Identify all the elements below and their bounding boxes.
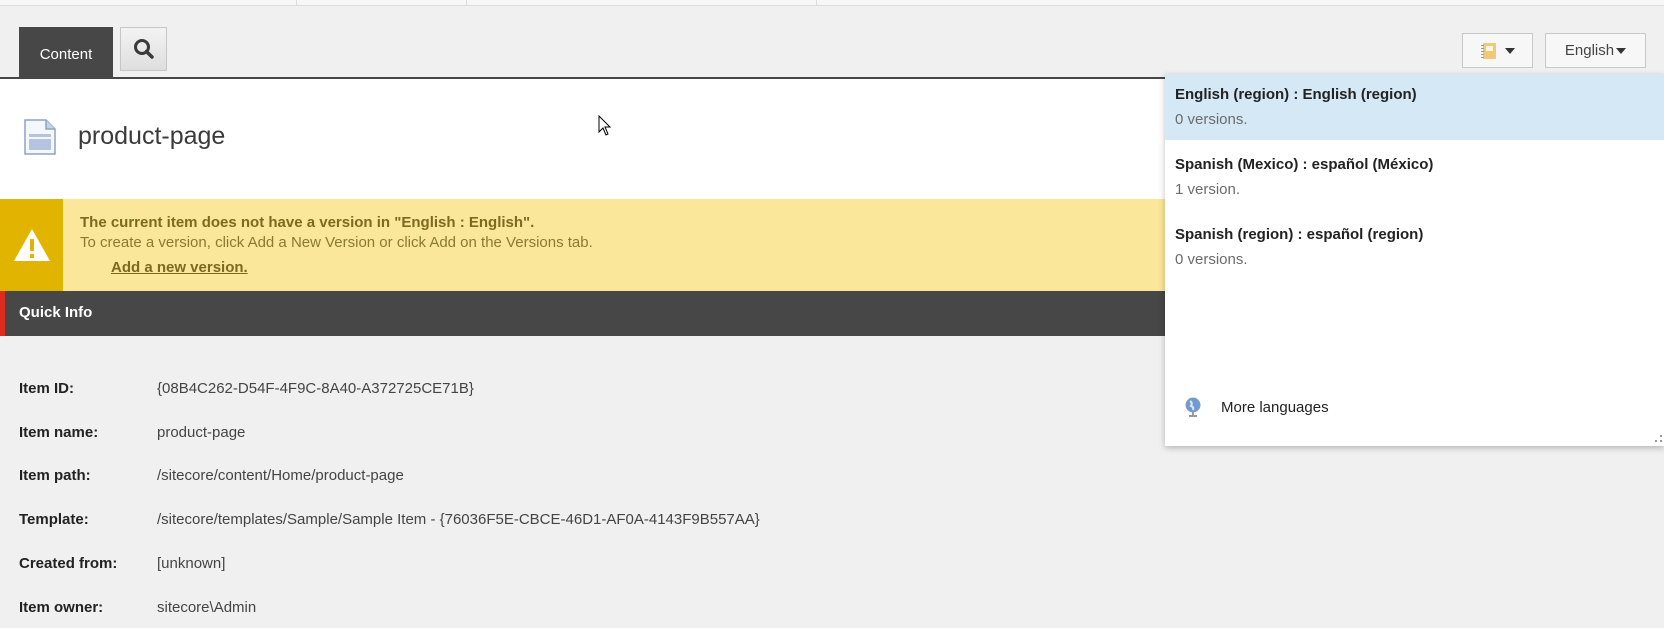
info-value: /sitecore/content/Home/product-page [157, 467, 404, 484]
language-option-versions: 0 versions. [1175, 111, 1248, 128]
language-button[interactable]: English [1545, 33, 1646, 68]
info-label: Created from: [19, 555, 118, 572]
mouse-cursor-icon [598, 115, 612, 136]
top-strip-divider [296, 0, 297, 6]
warning-title: The current item does not have a version… [80, 214, 535, 231]
top-strip-divider [466, 0, 467, 6]
language-option[interactable]: Spanish (region) : español (region) 0 ve… [1165, 214, 1664, 280]
info-label: Item path: [19, 467, 91, 484]
globe-icon [1185, 397, 1201, 417]
quick-info-title: Quick Info [19, 304, 93, 321]
language-option-versions: 1 version. [1175, 181, 1241, 198]
page-title: product-page [78, 122, 226, 150]
add-new-version-link[interactable]: Add a new version. [111, 259, 248, 276]
resize-grip-icon[interactable] [1654, 435, 1662, 443]
search-button[interactable] [120, 27, 167, 71]
info-label: Item name: [19, 424, 99, 441]
info-label: Item ID: [19, 380, 75, 397]
language-option-name: English (region) : English (region) [1175, 86, 1417, 103]
more-languages-label: More languages [1221, 398, 1329, 416]
notebook-icon [1480, 42, 1496, 59]
info-value: sitecore\Admin [157, 599, 257, 616]
search-icon [133, 39, 154, 59]
more-languages-button[interactable]: More languages [1185, 394, 1329, 420]
language-button-label: English [1564, 42, 1615, 59]
language-option[interactable]: English (region) : English (region) 0 ve… [1165, 74, 1664, 140]
gallery-button[interactable] [1462, 33, 1533, 68]
info-value: {08B4C262-D54F-4F9C-8A40-A372725CE71B} [157, 380, 474, 397]
tab-content-label: Content [39, 46, 93, 63]
chevron-down-icon [1504, 47, 1515, 54]
info-label: Template: [19, 511, 89, 528]
language-option-name: Spanish (Mexico) : español (México) [1175, 156, 1434, 173]
info-label: Item owner: [19, 599, 104, 616]
document-icon [24, 119, 56, 155]
info-value: [unknown] [157, 555, 226, 572]
warning-icon-block [0, 199, 63, 291]
chevron-down-icon [1616, 47, 1627, 54]
top-strip-divider [816, 0, 817, 6]
info-value: /sitecore/templates/Sample/Sample Item -… [157, 511, 760, 528]
language-dropdown: English (region) : English (region) 0 ve… [1165, 74, 1664, 446]
warning-icon [13, 229, 50, 261]
language-option-versions: 0 versions. [1175, 251, 1248, 268]
warning-text: To create a version, click Add a New Ver… [80, 234, 593, 251]
window-top-strip [0, 0, 1664, 6]
info-value: product-page [157, 424, 246, 441]
tab-content[interactable]: Content [19, 27, 113, 78]
language-option[interactable]: Spanish (Mexico) : español (México) 1 ve… [1165, 144, 1664, 210]
language-option-name: Spanish (region) : español (region) [1175, 226, 1424, 243]
